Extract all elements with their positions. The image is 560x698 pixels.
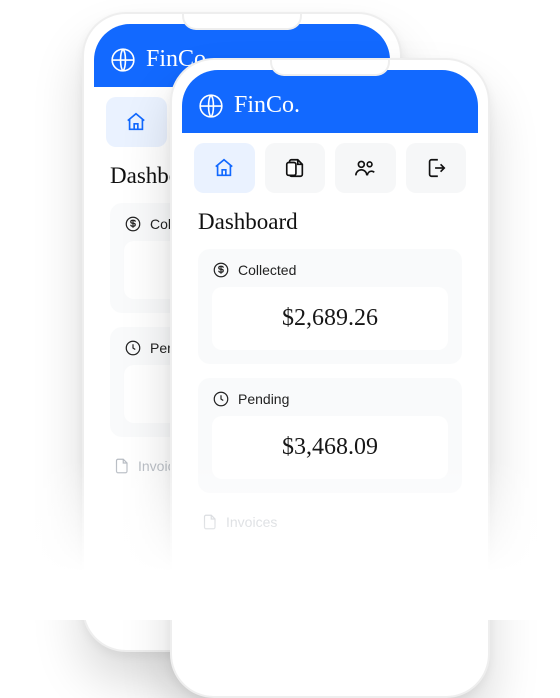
document-icon [284,157,306,179]
home-icon [213,157,235,179]
logout-icon [425,157,447,179]
dollar-circle-icon [212,261,230,279]
nav-bar [182,133,478,203]
card-pending-label: Pending [238,391,289,407]
card-pending-value-box: $3,468.09 [212,416,448,479]
card-collected-label: Collected [238,262,296,278]
clock-icon [124,339,142,357]
card-collected-amount: $2,689.26 [282,305,378,331]
card-collected: Collected $2,689.26 [198,249,462,364]
nav-home[interactable] [194,143,255,193]
home-icon [125,111,147,133]
nav-files[interactable] [265,143,326,193]
phone-notch [182,14,302,30]
invoices-icon [112,457,130,475]
card-pending: Pending $3,468.09 [198,378,462,493]
nav-logout[interactable] [406,143,467,193]
card-collected-value-box: $2,689.26 [212,287,448,350]
dollar-circle-icon [124,215,142,233]
globe-icon [198,93,224,119]
people-icon [354,157,376,179]
nav-people[interactable] [335,143,396,193]
section-invoices-label: Invoices [226,514,277,530]
card-pending-amount: $3,468.09 [282,434,378,460]
phone-mock-front: FinCo. [170,58,490,698]
nav-home[interactable] [106,97,167,147]
screen: FinCo. [182,70,478,686]
clock-icon [212,390,230,408]
globe-icon [110,47,136,73]
brand-title: FinCo. [234,92,300,119]
invoices-icon [200,513,218,531]
app-header: FinCo. [182,70,478,133]
page-title: Dashboard [198,209,462,235]
phone-notch [270,60,390,76]
page-content: Dashboard Collected $2,689.26 Pe [182,203,478,686]
section-invoices: Invoices [198,507,462,531]
